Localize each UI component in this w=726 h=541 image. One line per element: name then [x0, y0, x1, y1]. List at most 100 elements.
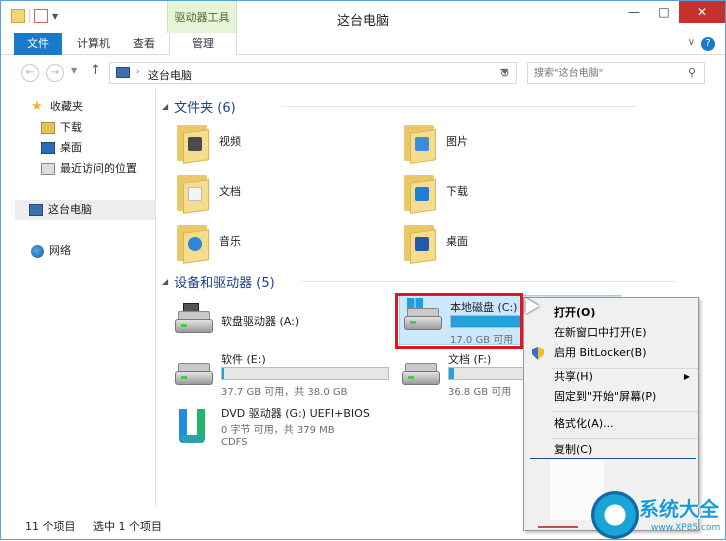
folder-item[interactable]: 音乐 — [175, 219, 375, 265]
this-pc-icon — [116, 67, 130, 78]
drive-usage-bar — [221, 367, 389, 380]
recent-locations-dropdown-icon[interactable]: ▼ — [71, 66, 77, 75]
tab-computer[interactable]: 计算机 — [67, 33, 120, 55]
nav-item-favorites[interactable]: ★ 收藏夹 — [31, 97, 83, 117]
search-icon[interactable]: ⚲ — [688, 66, 696, 79]
drive-item-a[interactable]: 软盘驱动器 (A:) — [175, 299, 375, 349]
folder-label: 视频 — [219, 135, 241, 148]
nav-label: 网络 — [49, 244, 71, 257]
collapse-icon[interactable]: ◢ — [162, 277, 168, 286]
menu-item-label: 共享(H) — [554, 370, 593, 383]
folder-item[interactable]: 视频 — [175, 119, 375, 165]
highlight-box — [395, 293, 523, 349]
folder-label: 音乐 — [219, 235, 241, 248]
folder-item[interactable]: 文档 — [175, 169, 375, 215]
nav-item-desktop[interactable]: 桌面 — [41, 138, 82, 158]
search-box[interactable]: ⚲ — [527, 62, 705, 84]
search-input[interactable] — [528, 63, 678, 83]
downloads-icon — [41, 122, 55, 134]
drive-free-space: 37.7 GB 可用，共 38.0 GB — [221, 387, 348, 398]
up-button[interactable]: ↑ — [90, 63, 101, 78]
site-watermark: 系统大全 www.XP85.com — [591, 491, 726, 541]
folder-item[interactable]: 图片 — [402, 119, 602, 165]
group-title: 设备和驱动器 (5) — [174, 275, 275, 291]
devices-group-header[interactable]: ◢ 设备和驱动器 (5) — [162, 271, 675, 291]
drive-item-g[interactable]: DVD 驱动器 (G:) UEFI+BIOS 0 字节 可用，共 379 MB … — [175, 405, 405, 453]
address-path[interactable]: 这台电脑 — [148, 67, 192, 83]
title-bar: ▼ 驱动器工具 这台电脑 — □ ✕ — [1, 1, 725, 33]
ribbon-expand-icon[interactable]: ∨ — [688, 37, 695, 48]
address-row: ← → ▼ ↑ › 这台电脑 ▼ ↻ ⚲ — [1, 55, 725, 89]
drive-filesystem: CDFS — [221, 437, 248, 448]
folder-item[interactable]: 桌面 — [402, 219, 602, 265]
menu-item-bitlocker[interactable]: 启用 BitLocker(B) — [524, 342, 698, 364]
collapse-icon[interactable]: ◢ — [162, 102, 168, 111]
folder-label: 图片 — [446, 135, 468, 148]
nav-label: 收藏夹 — [50, 100, 83, 113]
menu-item-open-new-window[interactable]: 在新窗口中打开(E) — [524, 322, 698, 344]
drive-free-space: 36.8 GB 可用 — [448, 387, 512, 398]
group-title: 文件夹 (6) — [174, 100, 236, 116]
uac-shield-icon — [532, 347, 544, 360]
watermark-logo-icon — [591, 491, 639, 539]
watermark-text: 系统大全 — [639, 497, 719, 521]
drive-name: DVD 驱动器 (G:) UEFI+BIOS — [221, 407, 370, 420]
drive-item-e[interactable]: 软件 (E:) 37.7 GB 可用，共 38.0 GB — [175, 351, 405, 401]
nav-item-this-pc[interactable]: 这台电脑 — [15, 200, 155, 220]
hard-drive-icon — [402, 359, 440, 387]
star-icon: ★ — [31, 99, 43, 114]
group-divider — [282, 106, 636, 107]
menu-item-open[interactable]: 打开(O) — [524, 302, 698, 324]
recent-places-icon — [41, 163, 55, 175]
submenu-arrow-icon: ▶ — [683, 372, 690, 381]
window-title: 这台电脑 — [336, 14, 389, 29]
nav-label: 桌面 — [60, 141, 82, 154]
folder-item[interactable]: 下载 — [402, 169, 602, 215]
address-bar[interactable]: › 这台电脑 ▼ — [109, 62, 517, 84]
item-count: 11 个项目 — [25, 520, 76, 533]
group-divider — [302, 281, 675, 282]
documents-folder-icon — [175, 171, 211, 214]
this-pc-icon — [29, 204, 43, 216]
window-controls: — □ ✕ — [619, 1, 725, 23]
help-icon[interactable]: ? — [701, 37, 715, 51]
menu-item-format[interactable]: 格式化(A)... — [524, 413, 698, 435]
floppy-drive-icon — [175, 303, 213, 335]
video-folder-icon — [175, 121, 211, 164]
navigation-pane: ★ 收藏夹 下载 桌面 最近访问的位置 这台电脑 网络 — [1, 89, 156, 507]
tab-view[interactable]: 查看 — [123, 33, 165, 55]
folder-label: 文档 — [219, 185, 241, 198]
drive-item-f[interactable]: 文档 (F:) 36.8 GB 可用 — [402, 351, 527, 401]
desktop-folder-icon — [402, 221, 438, 264]
menu-item-label: 启用 BitLocker(B) — [554, 346, 647, 359]
minimize-button[interactable]: — — [619, 1, 649, 23]
tab-file[interactable]: 文件 — [14, 33, 62, 55]
watermark-url: www.XP85.com — [651, 523, 721, 533]
drive-usage-bar — [448, 367, 527, 380]
nav-label: 下载 — [60, 121, 82, 134]
nav-item-recent[interactable]: 最近访问的位置 — [41, 159, 137, 179]
folders-group-header[interactable]: ◢ 文件夹 (6) — [162, 96, 636, 116]
drive-free-space: 0 字节 可用，共 379 MB — [221, 425, 335, 436]
close-button[interactable]: ✕ — [679, 1, 725, 23]
selection-count: 选中 1 个项目 — [93, 520, 162, 533]
breadcrumb-chevron-icon[interactable]: › — [136, 67, 140, 77]
maximize-button[interactable]: □ — [649, 1, 679, 23]
drive-usage-fill — [222, 368, 224, 379]
nav-item-network[interactable]: 网络 — [31, 241, 71, 261]
nav-item-downloads[interactable]: 下载 — [41, 118, 82, 138]
drive-usage-fill — [449, 368, 454, 379]
refresh-button[interactable]: ↻ — [493, 62, 517, 84]
explorer-window: ▼ 驱动器工具 这台电脑 — □ ✕ 文件 计算机 查看 管理 ∨ ? ← → … — [0, 0, 726, 540]
forward-button[interactable]: → — [46, 64, 64, 82]
menu-separator — [552, 411, 698, 412]
back-button[interactable]: ← — [21, 64, 39, 82]
music-folder-icon — [175, 221, 211, 264]
menu-item-share[interactable]: 共享(H) ▶ — [524, 366, 698, 388]
drive-name: 软件 (E:) — [221, 353, 266, 366]
drive-name: 软盘驱动器 (A:) — [221, 315, 300, 328]
hard-drive-icon — [175, 359, 213, 387]
dvd-drive-icon — [175, 409, 211, 449]
menu-item-pin-start[interactable]: 固定到"开始"屏幕(P) — [524, 386, 698, 408]
tab-manage[interactable]: 管理 — [169, 33, 237, 55]
